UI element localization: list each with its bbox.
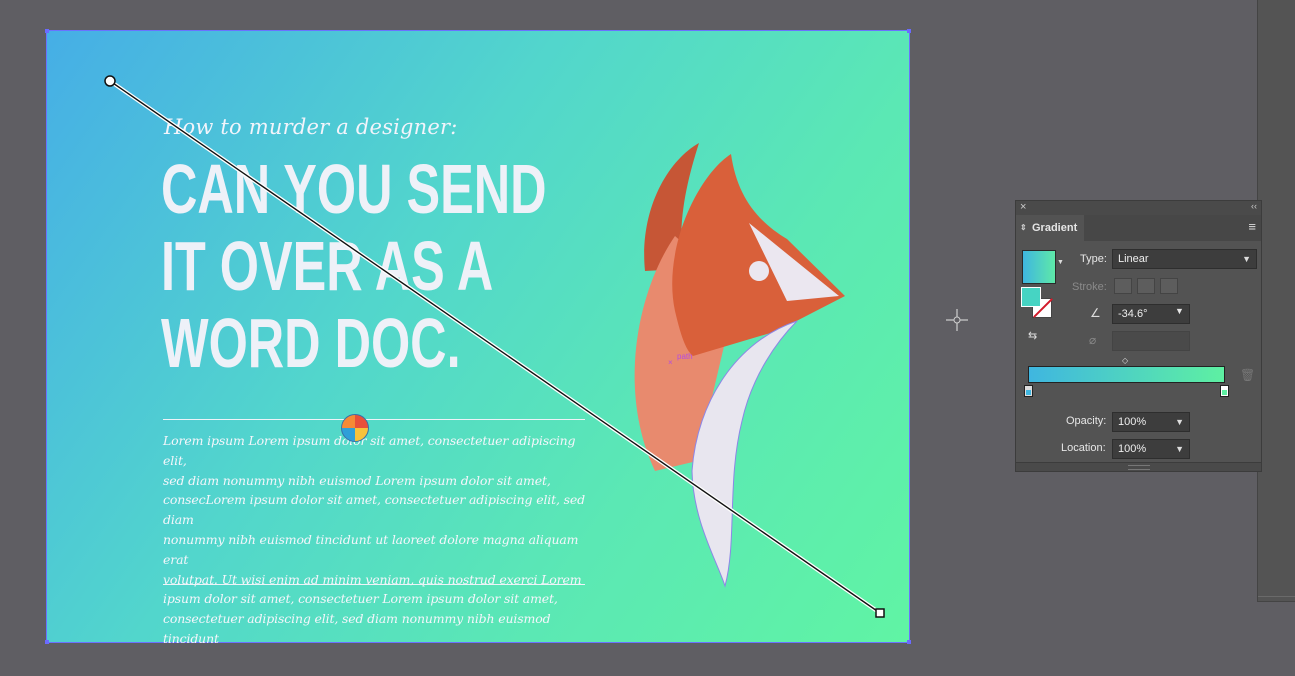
gradient-slider[interactable] [1028,366,1225,383]
tab-gradient[interactable]: ⇕ Gradient [1016,215,1084,241]
body-line: consectetuer adipiscing elit, sed diam n… [163,611,551,646]
artboard-corner-handle[interactable] [907,29,911,33]
headline[interactable]: CAN YOU SEND IT OVER AS A WORD DOC. [161,150,547,382]
panel-resize-bar[interactable] [1016,462,1261,471]
close-icon[interactable]: × [1020,201,1026,213]
opacity-input[interactable]: 100% ▼ [1112,412,1190,432]
stroke-within-button[interactable] [1114,278,1132,294]
opacity-label: Opacity: [1066,415,1107,427]
eyebrow-text[interactable]: How to murder a designer: [164,115,458,139]
collapse-icon[interactable]: ‹‹ [1251,201,1257,211]
bird-eye [749,261,769,281]
type-select-value: Linear [1118,253,1149,265]
tab-arrows-icon: ⇕ [1020,223,1027,232]
gradient-midpoint-icon[interactable]: ◇ [1122,356,1128,365]
chevron-down-icon[interactable]: ▼ [1175,413,1184,431]
stroke-label: Stroke: [1072,281,1107,293]
headline-line: CAN YOU SEND [161,150,547,228]
opacity-value: 100% [1118,416,1147,428]
fill-swatch[interactable] [1021,287,1041,307]
panel-tabbar: ⇕ Gradient ≡ [1016,215,1261,241]
reverse-gradient-icon[interactable]: ⇆ [1028,329,1037,342]
chevron-down-icon[interactable]: ▼ [1175,306,1184,316]
resize-grip-icon[interactable] [1128,465,1150,470]
stroke-along-button[interactable] [1137,278,1155,294]
stroke-across-button[interactable] [1160,278,1178,294]
delete-stop-icon[interactable]: 🗑 [1240,368,1255,382]
angle-icon: ∠ [1090,306,1101,320]
crosshair-cursor-icon [946,309,968,331]
body-line: Lorem ipsum Lorem ipsum dolor sit amet, … [163,433,576,468]
aspect-ratio-input [1112,331,1190,351]
chevron-down-icon[interactable]: ▼ [1175,440,1184,458]
divider-bottom [163,584,585,585]
body-line: sed diam nonummy nibh euismod Lorem ipsu… [163,472,551,488]
panel-titlebar[interactable]: × ‹‹ [1016,201,1261,215]
chevron-down-icon[interactable]: ▼ [1057,259,1064,266]
gradient-stop-left[interactable] [1024,385,1033,397]
body-line: ipsum dolor sit amet, consectetuer Lorem… [163,591,558,607]
location-value: 100% [1118,443,1147,455]
busy-spinner-cursor [341,414,369,442]
angle-value: -34.6° [1118,308,1148,320]
body-line: volutpat. Ut wisi enim ad minim veniam, … [163,571,582,587]
body-line: nonummy nibh euismod tincidunt ut laoree… [163,531,579,567]
artboard-corner-handle[interactable] [907,640,911,644]
bird-illustration[interactable] [627,141,889,591]
body-paragraph[interactable]: Lorem ipsum Lorem ipsum dolor sit amet, … [163,431,588,649]
gradient-stop-right[interactable] [1220,385,1229,397]
artboard-corner-handle[interactable] [45,640,49,644]
menu-icon[interactable]: ≡ [1248,219,1256,234]
artboard[interactable]: How to murder a designer: CAN YOU SEND I… [45,29,911,646]
chevron-down-icon: ▼ [1242,254,1251,264]
path-hint-label: path [677,352,693,361]
tab-gradient-label: Gradient [1032,222,1078,234]
panel-dock-strip[interactable] [1257,0,1295,602]
headline-line: WORD DOC. [161,304,461,382]
location-label: Location: [1061,442,1106,454]
gradient-panel[interactable]: × ‹‹ ⇕ Gradient ≡ ▼ ⇆ Type: Linear ▼ Str… [1015,200,1262,472]
type-label: Type: [1080,253,1107,265]
headline-line: IT OVER AS A [161,227,494,305]
path-anchor-marker: × [668,358,673,367]
body-line: consecLorem ipsum dolor sit amet, consec… [163,492,586,528]
divider-top [163,419,585,420]
gradient-swatch[interactable] [1022,250,1056,284]
aspect-ratio-icon: ⌀ [1089,333,1097,347]
fill-stroke-selector[interactable] [1021,287,1055,319]
type-select[interactable]: Linear ▼ [1112,249,1257,269]
bird-head [672,154,845,356]
location-input[interactable]: 100% ▼ [1112,439,1190,459]
artboard-corner-handle[interactable] [45,29,49,33]
